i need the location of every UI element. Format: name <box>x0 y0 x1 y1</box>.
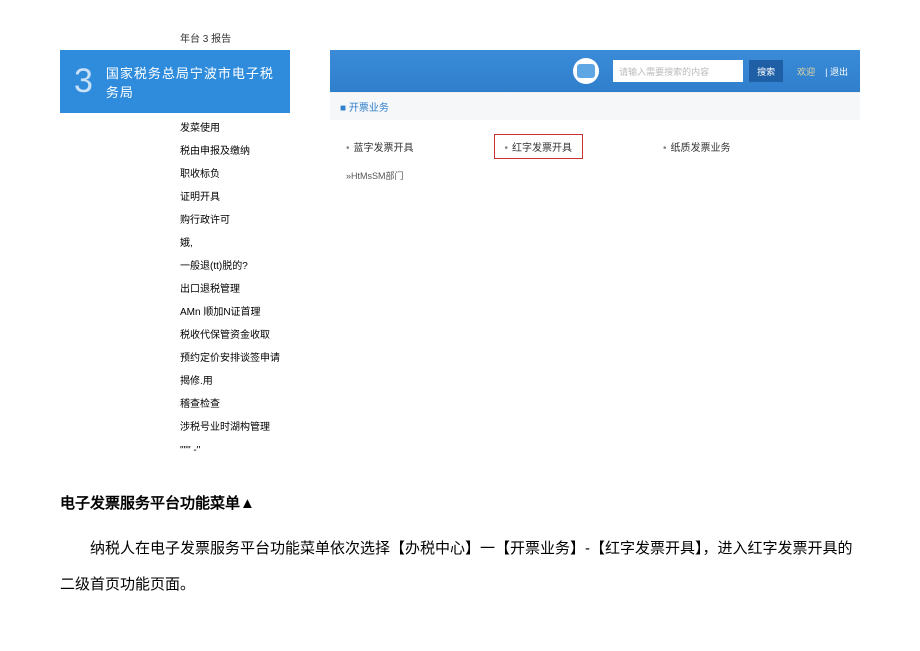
option-blue-invoice[interactable]: 蓝字发票开具 <box>346 139 414 154</box>
header-title: 国家税务总局宁波市电子税务局 <box>106 63 280 101</box>
header-number: 3 <box>74 62 94 101</box>
sidebar-item[interactable]: AMn 顺加N证首理 <box>180 303 290 322</box>
sidebar-item[interactable]: 预约定价安排谈签申请 <box>180 349 290 368</box>
right-panel: 请输入需要搜索的内容 搜索 欢迎 | 退出 ■ 开票业务 蓝字发票开具 红字发票… <box>330 50 860 464</box>
figure-caption: 电子发票服务平台功能菜单▲ <box>60 492 860 513</box>
logout-link[interactable]: | 退出 <box>825 65 848 78</box>
sidebar-item[interactable]: 发菜使用 <box>180 119 290 138</box>
robot-icon[interactable] <box>573 58 599 84</box>
sidebar-item[interactable]: 揭修.用 <box>180 372 290 391</box>
sidebar-item[interactable]: 涉税号业时湖构管理 <box>180 418 290 437</box>
app-header: 3 国家税务总局宁波市电子税务局 <box>60 50 290 113</box>
sidebar-item[interactable]: 职收标负 <box>180 165 290 184</box>
sidebar-item[interactable]: 稽查检查 <box>180 395 290 414</box>
search-button[interactable]: 搜索 <box>749 60 783 82</box>
sidebar-item[interactable]: 税收代保管资金收取 <box>180 326 290 345</box>
sidebar-item[interactable]: """ -" <box>180 441 290 460</box>
sidebar-item[interactable]: 出口退税管理 <box>180 280 290 299</box>
option-red-invoice[interactable]: 红字发票开具 <box>494 134 584 159</box>
option-paper-invoice[interactable]: 纸质发票业务 <box>663 139 731 154</box>
sidebar-item[interactable]: 税由申报及缴纳 <box>180 142 290 161</box>
body-paragraph: 纳税人在电子发票服务平台功能菜单依次选择【办税中心】一【开票业务】-【红字发票开… <box>60 531 860 603</box>
app-screenshot: 3 国家税务总局宁波市电子税务局 发菜使用 税由申报及缴纳 职收标负 证明开具 … <box>60 50 860 464</box>
sidebar-menu: 发菜使用 税由申报及缴纳 职收标负 证明开具 购行政许可 娥, 一般退(tt)脱… <box>60 113 290 460</box>
sidebar-item[interactable]: 娥, <box>180 234 290 253</box>
option-row: 蓝字发票开具 红字发票开具 纸质发票业务 <box>330 120 860 165</box>
welcome-link[interactable]: 欢迎 <box>797 65 815 78</box>
report-label: 年台 3 报告 <box>180 30 860 45</box>
section-header: ■ 开票业务 <box>330 92 860 120</box>
sub-note: »HtMsSM部门 <box>330 165 860 186</box>
left-panel: 3 国家税务总局宁波市电子税务局 发菜使用 税由申报及缴纳 职收标负 证明开具 … <box>60 50 290 464</box>
sidebar-item[interactable]: 一般退(tt)脱的? <box>180 257 290 276</box>
sidebar-item[interactable]: 购行政许可 <box>180 211 290 230</box>
top-bar: 请输入需要搜索的内容 搜索 欢迎 | 退出 <box>330 50 860 92</box>
sidebar-item[interactable]: 证明开具 <box>180 188 290 207</box>
search-input[interactable]: 请输入需要搜索的内容 <box>613 60 743 82</box>
